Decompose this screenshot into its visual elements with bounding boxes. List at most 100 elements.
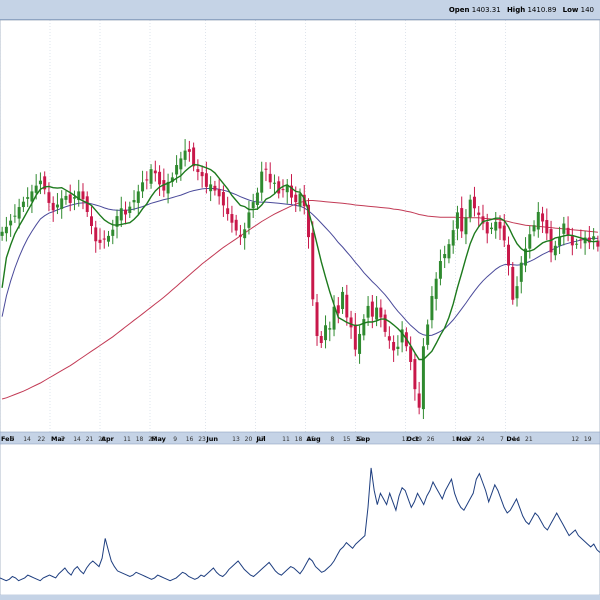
candle xyxy=(124,201,128,225)
candle-body xyxy=(238,234,242,237)
day-tick-label: 14 xyxy=(23,436,31,443)
candle-body xyxy=(370,301,374,317)
candle xyxy=(536,202,540,238)
candle-body xyxy=(217,189,221,197)
candle xyxy=(519,256,523,294)
candle xyxy=(277,176,281,199)
day-tick-label: 26 xyxy=(427,436,435,443)
candle-body xyxy=(566,227,570,235)
candle xyxy=(341,286,345,314)
candle-body xyxy=(362,319,366,336)
candle xyxy=(387,326,391,349)
ohlc-readout: Open 1403.31 High 1410.89 Low 140 xyxy=(449,4,598,16)
bottom-axis-strip xyxy=(0,595,600,600)
candle xyxy=(226,196,230,221)
candle xyxy=(255,187,259,210)
candle-body xyxy=(124,209,128,215)
candle-body xyxy=(213,185,217,191)
candle xyxy=(358,325,362,364)
candle-body xyxy=(332,306,336,330)
candle xyxy=(587,226,591,250)
day-tick-label: 27 xyxy=(257,436,265,443)
candle xyxy=(13,204,17,223)
candle xyxy=(319,331,323,348)
candle-body xyxy=(17,207,21,219)
candle-body xyxy=(47,192,51,203)
candle-body xyxy=(319,336,323,344)
candle xyxy=(213,180,217,196)
candle xyxy=(162,168,166,198)
candle xyxy=(102,230,106,249)
candle-body xyxy=(0,231,4,236)
candle-body xyxy=(464,217,468,235)
candle xyxy=(477,206,481,227)
candle-body xyxy=(392,341,396,351)
candle-body xyxy=(90,216,93,226)
low-value: 140 xyxy=(580,6,594,14)
candle xyxy=(200,165,204,188)
candle xyxy=(545,208,549,241)
candle-body xyxy=(336,305,340,314)
candle-body xyxy=(375,307,379,320)
candle-body xyxy=(230,214,234,223)
day-tick-label: 23 xyxy=(198,436,206,443)
candle xyxy=(55,193,59,215)
open-label: Open xyxy=(448,6,470,14)
candle xyxy=(353,312,357,357)
candle-body xyxy=(553,245,557,256)
candle-body xyxy=(51,202,55,211)
candle xyxy=(575,238,579,249)
candle-body xyxy=(285,185,289,193)
candle xyxy=(21,196,25,212)
candle xyxy=(451,220,455,254)
candle xyxy=(136,184,140,215)
candle xyxy=(481,204,485,231)
candle-body xyxy=(9,220,13,226)
candle-body xyxy=(64,195,68,200)
candle-body xyxy=(294,194,298,203)
indicator-line xyxy=(0,467,600,582)
candle xyxy=(183,139,187,167)
candle xyxy=(362,314,366,341)
candle-body xyxy=(490,227,493,230)
candle xyxy=(490,222,493,235)
candle-body xyxy=(298,193,302,207)
candle xyxy=(307,198,310,249)
candle-body xyxy=(528,234,532,249)
candle-body xyxy=(145,179,149,181)
candle-body xyxy=(353,324,357,350)
candle xyxy=(107,230,110,247)
high-label: High xyxy=(506,6,526,14)
chart-border xyxy=(0,20,600,600)
candle-body xyxy=(366,305,370,318)
day-tick-label: 22 xyxy=(38,436,46,443)
candle xyxy=(285,179,289,204)
candle xyxy=(51,196,55,222)
candle xyxy=(268,162,272,189)
candle xyxy=(370,295,374,329)
candle-body xyxy=(264,168,268,170)
day-tick-label: 18 xyxy=(295,436,303,443)
candle xyxy=(379,299,383,328)
low-label: Low xyxy=(562,6,579,14)
candle-body xyxy=(558,236,562,246)
candle-body xyxy=(455,212,459,229)
candle xyxy=(43,171,47,195)
day-tick-label: 7 xyxy=(500,436,504,443)
candle xyxy=(434,272,438,311)
candle xyxy=(417,381,421,415)
day-tick-label: 21 xyxy=(86,436,94,443)
candle-body xyxy=(34,185,38,193)
candle xyxy=(94,220,98,253)
candle xyxy=(98,228,102,250)
candle-body xyxy=(226,208,230,215)
candle xyxy=(562,216,566,246)
candle-body xyxy=(111,229,115,236)
candle-body xyxy=(345,294,349,318)
candle-body xyxy=(200,172,204,177)
candle-body xyxy=(38,180,42,185)
day-tick-label: 19 xyxy=(414,436,422,443)
day-tick-label: 9 xyxy=(173,436,177,443)
candle xyxy=(30,184,34,214)
candle-body xyxy=(485,222,489,234)
